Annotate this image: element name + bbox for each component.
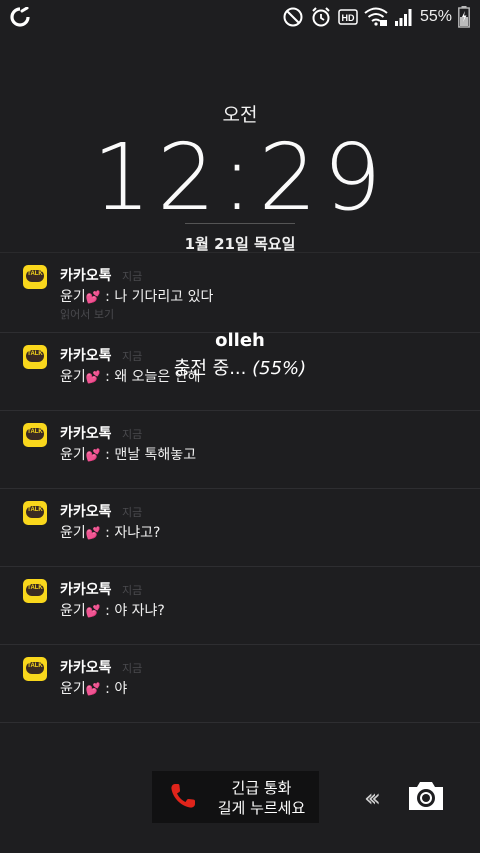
notification-body: : 맨날 톡해놓고: [105, 447, 197, 463]
ampm-label: 오전: [222, 104, 258, 126]
do-not-disturb-icon: [283, 7, 303, 27]
notification-app-name: 카카오톡: [60, 504, 112, 520]
notification-sender: 윤기: [60, 447, 86, 463]
charging-label: 충전 중...: [173, 358, 253, 379]
notification-time: 지금: [122, 506, 143, 519]
notification-list-divider: [0, 722, 480, 723]
kakaotalk-icon-text: TALK: [27, 663, 43, 669]
kakaotalk-icon-text: TALK: [27, 429, 43, 435]
notification-message: 윤기💕 : 야 자냐?: [60, 600, 165, 620]
hd-voice-icon: HD: [338, 9, 358, 25]
notification-item[interactable]: TALK 카카오톡 지금 윤기💕 : 자냐고?: [0, 488, 480, 566]
notification-sender: 윤기: [60, 525, 86, 541]
notification-message: 윤기💕 : 야: [60, 678, 127, 698]
notification-sender: 윤기: [60, 681, 86, 697]
notification-app-name: 카카오톡: [60, 660, 112, 676]
kakaotalk-icon: TALK: [23, 501, 47, 525]
notification-body: : 나 기다리고 있다: [105, 289, 214, 305]
clock-divider: [185, 223, 295, 224]
notification-item[interactable]: TALK 카카오톡 지금 윤기💕 : 나 기다리고 있다 읽어서 보기: [0, 252, 480, 332]
emergency-call-button[interactable]: 긴급 통화 길게 누르세요: [152, 771, 319, 823]
alarm-icon: [312, 7, 330, 27]
notification-time: 지금: [122, 584, 143, 597]
phone-icon: [171, 784, 195, 808]
notification-message: 윤기💕 : 자냐고?: [60, 522, 160, 542]
emergency-call-hint: 길게 누르세요: [217, 799, 306, 817]
kakaotalk-icon: TALK: [23, 265, 47, 289]
heart-emoji-icon: 💕: [85, 448, 101, 462]
battery-charging-icon: [458, 6, 470, 28]
notification-sender: 윤기: [60, 289, 86, 305]
notification-item[interactable]: TALK 카카오톡 지금 윤기💕 : 맨날 톡해놓고: [0, 410, 480, 488]
battery-percent: 55%: [419, 8, 452, 25]
notification-read-action[interactable]: 읽어서 보기: [60, 306, 114, 322]
heart-emoji-icon: 💕: [85, 526, 101, 540]
heart-emoji-icon: 💕: [85, 290, 101, 304]
kakaotalk-icon: TALK: [23, 579, 47, 603]
kakaotalk-icon-text: TALK: [27, 271, 43, 277]
notification-body: : 야 자냐?: [105, 603, 165, 619]
swipe-left-chevrons-icon: ‹‹‹: [364, 784, 381, 812]
notification-time: 지금: [122, 662, 143, 675]
notification-message: 윤기💕 : 나 기다리고 있다: [60, 286, 213, 306]
notification-time: 지금: [122, 270, 143, 283]
kakaotalk-icon: TALK: [23, 657, 47, 681]
lock-date: 1월 21일 목요일: [184, 235, 296, 253]
charging-status: 충전 중... (55%): [0, 354, 480, 380]
notification-sender: 윤기: [60, 603, 86, 619]
notification-body: : 자냐고?: [105, 525, 161, 541]
emergency-call-label: 긴급 통화: [231, 779, 292, 797]
heart-emoji-icon: 💕: [85, 604, 101, 618]
svg-text:HD: HD: [341, 13, 354, 23]
kakaotalk-icon-text: TALK: [27, 507, 43, 513]
camera-icon[interactable]: [407, 779, 445, 813]
notification-item[interactable]: TALK 카카오톡 지금 윤기💕 : 야: [0, 644, 480, 722]
olleh-logo-icon: [10, 7, 30, 27]
notification-app-name: 카카오톡: [60, 426, 112, 442]
signal-icon: [394, 9, 412, 26]
notification-app-name: 카카오톡: [60, 268, 112, 284]
heart-emoji-icon: 💕: [85, 682, 101, 696]
kakaotalk-icon: TALK: [23, 423, 47, 447]
lock-clock: 12:29: [92, 124, 388, 231]
wifi-icon: [364, 7, 388, 26]
notification-time: 지금: [122, 428, 143, 441]
notification-list: TALK 카카오톡 지금 윤기💕 : 나 기다리고 있다 읽어서 보기 TALK…: [0, 252, 480, 723]
carrier-name: olleh: [215, 330, 265, 351]
kakaotalk-icon-text: TALK: [27, 585, 43, 591]
charging-percent: (55%): [252, 358, 307, 379]
notification-app-name: 카카오톡: [60, 582, 112, 598]
notification-body: : 야: [105, 681, 128, 697]
notification-item[interactable]: TALK 카카오톡 지금 윤기💕 : 야 자냐?: [0, 566, 480, 644]
notification-message: 윤기💕 : 맨날 톡해놓고: [60, 444, 196, 464]
status-bar: HD 55%: [0, 0, 480, 34]
